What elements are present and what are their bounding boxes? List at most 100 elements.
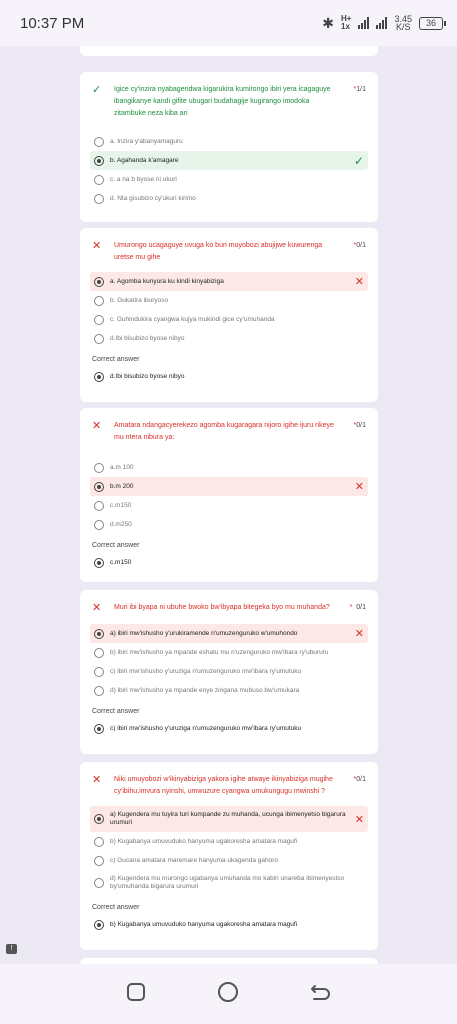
option-c[interactable]: c. Guhindukira cyangwa kujya mukindi gic… [90, 310, 368, 329]
radio-button[interactable] [94, 314, 104, 325]
correct-answer-text: b) Kugabanya umuvuduko hanyuma ugakoresh… [110, 920, 298, 928]
back-icon[interactable] [310, 982, 332, 1007]
cross-icon: ✕ [92, 774, 102, 786]
correct-answer-label: Correct answer [92, 542, 140, 549]
question-score: *0/1 [353, 776, 366, 783]
radio-button[interactable] [94, 855, 104, 866]
radio-button[interactable] [94, 647, 104, 658]
option-b[interactable]: b) Kugabanya umuvuduko hanyuma ugakoresh… [90, 832, 368, 851]
option-b[interactable]: b. Agahanda k'amagare ✓ [90, 151, 368, 170]
home-icon[interactable] [217, 981, 239, 1008]
radio-button-selected[interactable] [94, 628, 104, 639]
cross-icon: ✕ [354, 813, 364, 826]
option-b[interactable]: b) ibiri mw'ishusho ya mpande eshatu mu … [90, 643, 368, 662]
correct-answer: b) Kugabanya umuvuduko hanyuma ugakoresh… [90, 915, 368, 934]
option-a[interactable]: a.m 100 [90, 458, 368, 477]
bluetooth-icon: ✱ [322, 14, 335, 31]
option-label: d) Kugendera mu murongo ugabanya umuhand… [110, 875, 345, 890]
radio-button[interactable] [94, 836, 104, 847]
question-card-2: ✕ Umurongo ucagaguye uvuga ko buri muyob… [80, 228, 378, 402]
question-text: Umurongo ucagaguye uvuga ko buri muyoboz… [114, 242, 323, 261]
radio-button[interactable] [94, 519, 104, 530]
option-label: a) ibiri mw'ishusho y'urukiramende n'umu… [110, 629, 298, 637]
correct-answer-label: Correct answer [92, 356, 140, 363]
status-bar: 10:37 PM ✱ H+ 1x 3.45 K/S 36 [0, 0, 457, 46]
correct-answer-text: c) ibiri mw'ishusho y'uruziga n'umuzengu… [110, 724, 302, 732]
option-label: d.m250 [110, 520, 132, 528]
question-score: * 0/1 [349, 604, 366, 611]
option-label: d.Ibi bisubizo byose nibyo [110, 334, 185, 342]
question-card-3: ✕ Amatara ndangacyerekezo agomba kugarag… [80, 408, 378, 582]
option-label: a) Kugendera mu tuyira turi kumpande zu … [110, 811, 346, 826]
option-label: d. Nta gisubizo cy'ukuri kirimo [110, 194, 196, 202]
cross-icon: ✕ [92, 420, 102, 432]
radio-button[interactable] [94, 295, 104, 306]
radio-button-selected[interactable] [94, 276, 104, 287]
network-speed: 3.45 K/S [394, 15, 412, 32]
question-text: Niki umuyobozi w'ikinyabiziga yakora igi… [114, 776, 333, 795]
option-label: c. Guhindukira cyangwa kujya mukindi gic… [110, 315, 275, 323]
cross-icon: ✕ [92, 602, 102, 614]
correct-answer-text: c.m150 [110, 558, 132, 566]
option-label: c.m150 [110, 501, 132, 509]
radio-button-selected [94, 557, 104, 568]
system-nav-bar [0, 964, 457, 1024]
cross-icon: ✕ [354, 628, 364, 640]
radio-button-selected[interactable] [94, 814, 104, 824]
recents-icon[interactable] [126, 982, 146, 1007]
option-a[interactable]: a) Kugendera mu tuyira turi kumpande zu … [90, 806, 368, 832]
option-d[interactable]: d) ibiri mw'ishusho ya mpande enye zinga… [90, 681, 368, 700]
radio-button[interactable] [94, 666, 104, 677]
question-score: *0/1 [353, 422, 366, 429]
network-sub-label: 1x [341, 22, 350, 31]
option-label: c. a na b byose ni ukuri [110, 175, 177, 183]
question-score: *1/1 [353, 86, 366, 93]
cross-icon: ✕ [354, 481, 364, 493]
question-card-1: ✓ Igice cy'inzira nyabagendwa kigarukira… [80, 72, 378, 222]
option-c[interactable]: c.m150 [90, 496, 368, 515]
feedback-icon[interactable]: ! [6, 944, 17, 954]
radio-button[interactable] [94, 878, 104, 888]
option-d[interactable]: d) Kugendera mu murongo ugabanya umuhand… [90, 870, 368, 896]
radio-button-selected[interactable] [94, 155, 104, 166]
option-label: a. Inzira y'abanyamaguru [110, 137, 183, 145]
radio-button[interactable] [94, 193, 104, 204]
signal-icon [358, 17, 370, 29]
option-a[interactable]: a. Agomba kunyura ku kindi kinyabiziga ✕ [90, 272, 368, 291]
radio-button[interactable] [94, 174, 104, 185]
option-b[interactable]: b. Gukatira iburyoso [90, 291, 368, 310]
question-text: Igice cy'inzira nyabagendwa kigarukira k… [114, 86, 331, 117]
option-label: b. Agahanda k'amagare [110, 156, 179, 164]
question-score: *0/1 [353, 242, 366, 249]
option-label: d) ibiri mw'ishusho ya mpande enye zinga… [110, 686, 300, 694]
radio-button-selected [94, 723, 104, 734]
network-type: H+ 1x [341, 15, 351, 31]
radio-button[interactable] [94, 500, 104, 511]
question-text: Amatara ndangacyerekezo agomba kugaragar… [114, 422, 334, 441]
option-c[interactable]: c) Gucana amatara maremare hanyuma ukage… [90, 851, 368, 870]
correct-answer-label: Correct answer [92, 904, 140, 911]
quiz-results[interactable]: ✓ Igice cy'inzira nyabagendwa kigarukira… [0, 46, 457, 964]
radio-button[interactable] [94, 333, 104, 344]
option-label: b. Gukatira iburyoso [110, 296, 169, 304]
battery-level: 36 [425, 18, 436, 28]
radio-button[interactable] [94, 462, 104, 473]
radio-button[interactable] [94, 136, 104, 147]
option-a[interactable]: a. Inzira y'abanyamaguru [90, 132, 368, 151]
cross-icon: ✕ [354, 276, 364, 288]
question-text: Muri ibi byapa ni ubuhe bwoko bw'ibyapa … [114, 604, 330, 611]
option-d[interactable]: d. Nta gisubizo cy'ukuri kirimo [90, 189, 368, 208]
radio-button[interactable] [94, 685, 104, 696]
option-label: b) Kugabanya umuvuduko hanyuma ugakoresh… [110, 837, 298, 845]
option-label: a. Agomba kunyura ku kindi kinyabiziga [110, 277, 224, 285]
option-label: b) ibiri mw'ishusho ya mpande eshatu mu … [110, 648, 329, 656]
option-label: a.m 100 [110, 463, 134, 471]
option-c[interactable]: c. a na b byose ni ukuri [90, 170, 368, 189]
speed-unit: K/S [395, 22, 411, 32]
option-c[interactable]: c) ibiri mw'ishusho y'uruziga n'umuzengu… [90, 662, 368, 681]
option-a[interactable]: a) ibiri mw'ishusho y'urukiramende n'umu… [90, 624, 368, 643]
radio-button-selected[interactable] [94, 481, 104, 492]
option-d[interactable]: d.m250 [90, 515, 368, 534]
option-b[interactable]: b.m 200 ✕ [90, 477, 368, 496]
option-d[interactable]: d.Ibi bisubizo byose nibyo [90, 329, 368, 348]
